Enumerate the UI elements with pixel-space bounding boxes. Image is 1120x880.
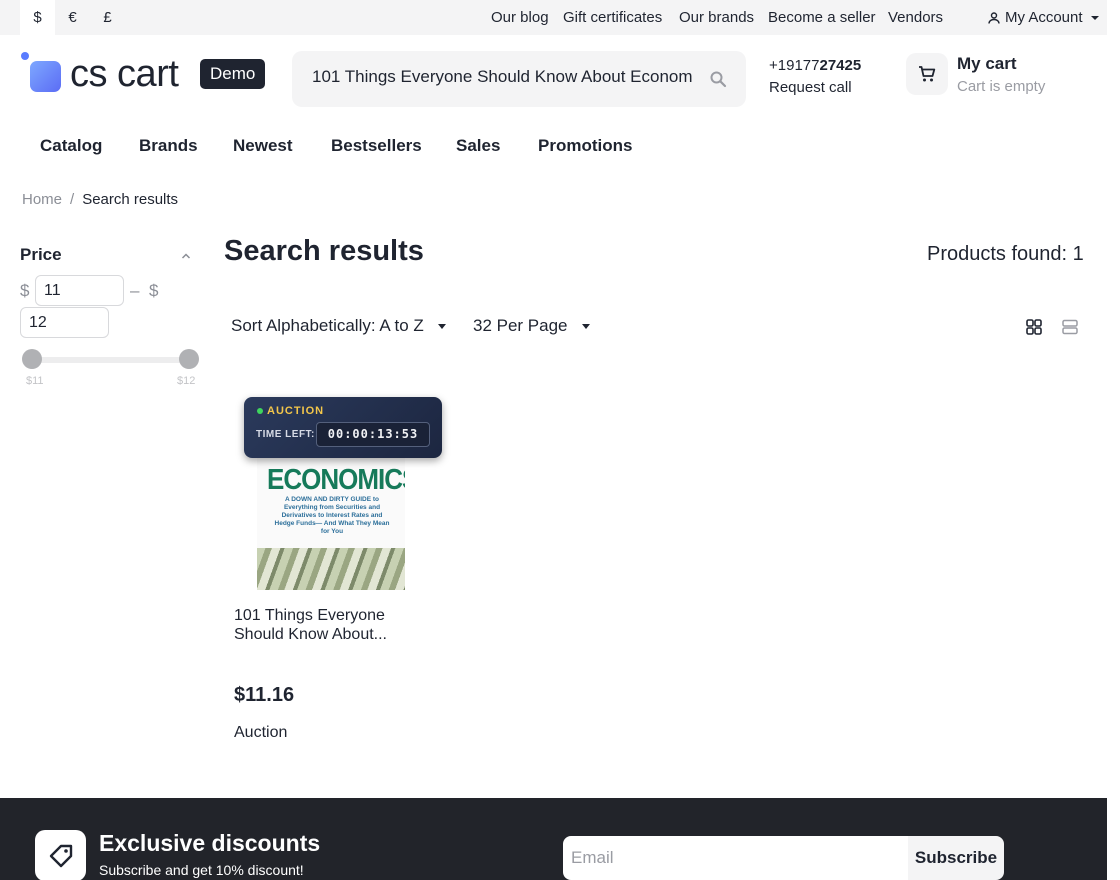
breadcrumb-separator: /	[70, 191, 75, 208]
grid-view-icon[interactable]	[1025, 318, 1043, 336]
nav-newest[interactable]: Newest	[233, 134, 293, 158]
logo-dot	[21, 52, 29, 60]
product-name[interactable]: 101 Things Everyone Should Know About...	[234, 606, 414, 644]
auction-badge: AUCTION TIME LEFT: 00:00:13:53	[244, 397, 442, 458]
logo[interactable]: cs cart Demo	[20, 52, 280, 96]
nav-catalog[interactable]: Catalog	[40, 134, 102, 158]
discount-tag-icon	[35, 830, 86, 880]
per-page-dropdown[interactable]: 32 Per Page	[473, 316, 590, 336]
price-range-max-label: $12	[177, 375, 196, 387]
logo-text: cs cart	[70, 53, 179, 95]
chevron-down-icon	[581, 323, 590, 329]
price-range-min-label: $11	[26, 375, 44, 387]
chevron-down-icon	[437, 323, 446, 329]
user-icon	[988, 11, 1000, 24]
footer-title: Exclusive discounts	[99, 830, 321, 856]
subscribe-button[interactable]: Subscribe	[908, 836, 1004, 880]
auction-timer: 00:00:13:53	[316, 422, 430, 447]
product-type: Auction	[234, 724, 288, 741]
currency-eur[interactable]: €	[55, 0, 90, 35]
cart-button[interactable]	[906, 53, 948, 95]
link-vendors[interactable]: Vendors	[888, 0, 943, 35]
breadcrumb-home[interactable]: Home	[22, 190, 62, 210]
my-account-menu[interactable]: My Account	[987, 0, 1099, 35]
link-gift-certificates[interactable]: Gift certificates	[563, 0, 662, 35]
link-our-brands[interactable]: Our brands	[679, 0, 754, 35]
sort-dropdown-label: Sort Alphabetically: A to Z	[231, 316, 424, 335]
nav-bestsellers[interactable]: Bestsellers	[331, 134, 422, 158]
cart-status: Cart is empty	[957, 78, 1046, 95]
live-indicator-dot	[257, 408, 263, 414]
email-input[interactable]: Email	[563, 836, 909, 880]
my-account-label: My Account	[1005, 9, 1083, 26]
page-title: Search results	[224, 235, 424, 267]
nav-promotions[interactable]: Promotions	[538, 134, 632, 158]
request-call-link[interactable]: Request call	[769, 78, 861, 98]
sort-dropdown[interactable]: Sort Alphabetically: A to Z	[231, 316, 446, 336]
nav-brands[interactable]: Brands	[139, 134, 198, 158]
products-found-count: Products found: 1	[927, 243, 1084, 265]
auction-label: AUCTION	[267, 405, 325, 417]
cart-title[interactable]: My cart	[957, 54, 1017, 74]
price-slider-track[interactable]	[28, 357, 192, 363]
price-min-input[interactable]: 11	[35, 275, 124, 306]
logo-demo-badge: Demo	[200, 59, 266, 89]
logo-mark	[30, 61, 61, 92]
book-cover-subtitle: A DOWN AND DIRTY GUIDE to Everything fro…	[274, 496, 390, 535]
currency-gbp[interactable]: £	[90, 0, 125, 35]
price-slider-min-handle[interactable]	[22, 349, 42, 369]
chevron-up-icon[interactable]	[181, 251, 191, 261]
price-max-input[interactable]: 12	[20, 307, 109, 338]
breadcrumb-current: Search results	[82, 191, 179, 208]
search-icon[interactable]	[709, 70, 727, 88]
cart-icon	[919, 66, 936, 82]
book-cover-title: ECONOMICS	[267, 462, 405, 496]
book-cover-money-illustration	[257, 548, 405, 590]
product-price: $11.16	[234, 684, 295, 706]
link-become-seller[interactable]: Become a seller	[768, 0, 876, 35]
top-bar: $ € £ Our blog Gift certificates Our bra…	[0, 0, 1107, 35]
search-input[interactable]: 101 Things Everyone Should Know About Ec…	[312, 67, 692, 91]
price-max-currency: $	[149, 281, 159, 300]
currency-usd[interactable]: $	[20, 0, 55, 35]
price-range-dash: –	[130, 281, 140, 300]
search-box: 101 Things Everyone Should Know About Ec…	[292, 51, 746, 107]
time-left-label: TIME LEFT:	[256, 429, 315, 440]
breadcrumb: Home / Search results	[22, 190, 178, 210]
nav-sales[interactable]: Sales	[456, 134, 500, 158]
phone-number[interactable]: +1917727425	[769, 57, 861, 74]
link-our-blog[interactable]: Our blog	[491, 0, 549, 35]
phone-block: +1917727425 Request call	[769, 56, 861, 98]
list-view-icon[interactable]	[1061, 318, 1079, 336]
footer-subtitle: Subscribe and get 10% discount!	[99, 862, 304, 878]
per-page-label: 32 Per Page	[473, 316, 568, 335]
chevron-down-icon	[1090, 15, 1099, 20]
price-filter-title[interactable]: Price	[20, 245, 62, 265]
price-min-currency: $	[20, 281, 30, 300]
price-slider-max-handle[interactable]	[179, 349, 199, 369]
